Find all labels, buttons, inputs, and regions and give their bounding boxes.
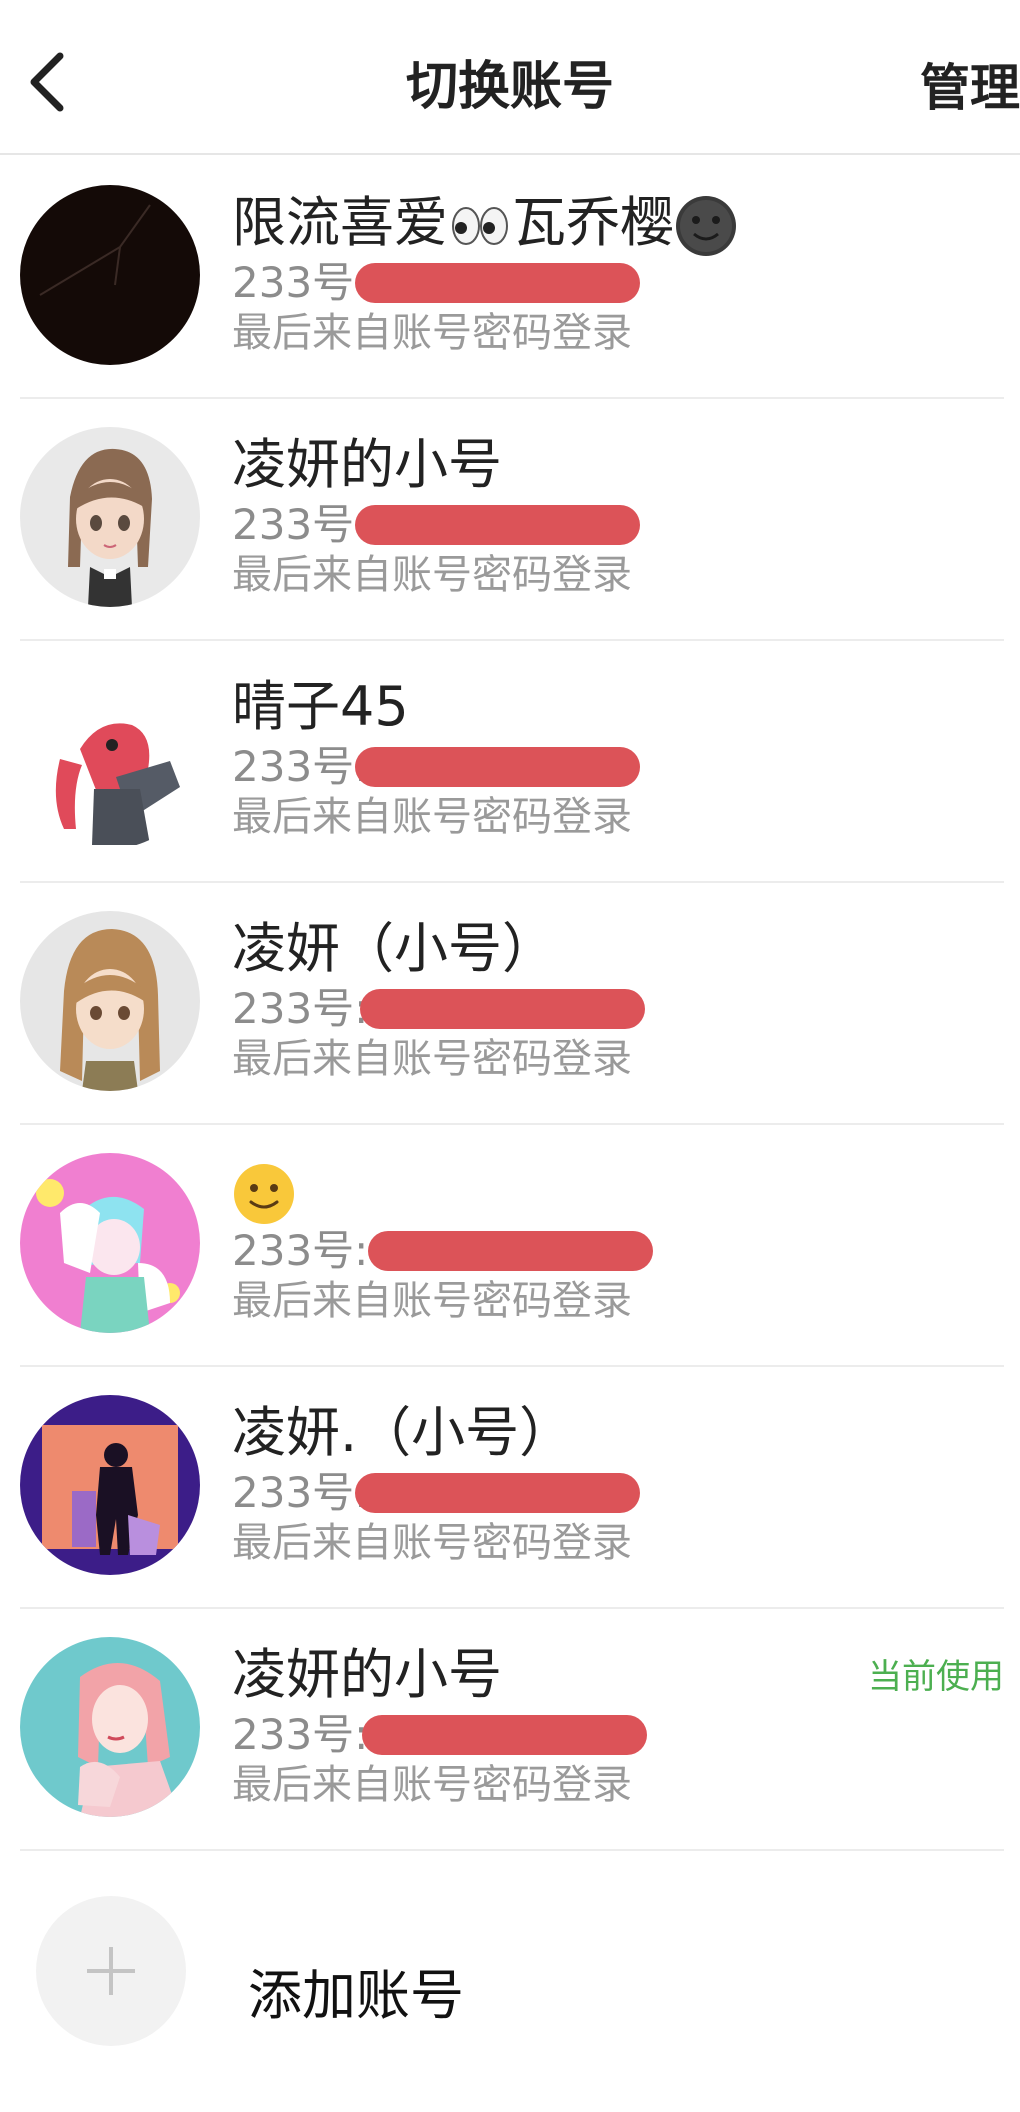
account-row[interactable]: 233号: 最后来自账号密码登录 (0, 1125, 1020, 1367)
avatar (20, 427, 200, 607)
redaction-mark (355, 263, 640, 303)
account-number-label: 233号: (232, 1468, 369, 1517)
redaction-mark (355, 747, 640, 787)
eyes-emoji-icon (452, 207, 508, 246)
login-method-text: 最后来自账号密码登录 (232, 310, 632, 356)
account-name: 凌妍.（小号） (232, 1401, 574, 1464)
account-name-text: 限流喜爱 (232, 191, 448, 254)
avatar (20, 1153, 200, 1333)
account-name: 限流喜爱 瓦乔樱 (232, 191, 738, 258)
slightly-smiling-face-icon (234, 1164, 294, 1225)
redaction-mark (355, 1473, 640, 1513)
login-method-text: 最后来自账号密码登录 (232, 1278, 632, 1324)
account-name: 凌妍的小号 (232, 433, 502, 496)
redaction-mark (368, 1231, 653, 1271)
account-row[interactable]: 晴子45 233号: 最后来自账号密码登录 (0, 641, 1020, 883)
dark-moon-face-icon (676, 196, 736, 257)
redaction-mark (362, 1715, 647, 1755)
login-method-text: 最后来自账号密码登录 (232, 794, 632, 840)
avatar (20, 185, 200, 365)
account-row[interactable]: 凌妍.（小号） 233号: 最后来自账号密码登录 (0, 1367, 1020, 1609)
avatar (20, 669, 200, 849)
add-account-label: 添加账号 (248, 1964, 464, 2027)
add-account-row[interactable]: 添加账号 (0, 1851, 1020, 2051)
account-name (232, 1159, 296, 1226)
account-name: 凌妍（小号） (232, 917, 556, 980)
redaction-mark (355, 505, 640, 545)
account-number-label: 233号: (232, 1226, 369, 1275)
account-list: 限流喜爱 瓦乔樱 233号 最后来自账号密码登录 凌妍的小号 233号 最后来自账… (0, 157, 1020, 1851)
account-name: 凌妍的小号 (232, 1643, 502, 1706)
account-number-label: 233号 (232, 500, 355, 549)
account-row[interactable]: 凌妍（小号） 233号: 最后来自账号密码登录 (0, 883, 1020, 1125)
account-row[interactable]: 限流喜爱 瓦乔樱 233号 最后来自账号密码登录 (0, 157, 1020, 399)
login-method-text: 最后来自账号密码登录 (232, 552, 632, 598)
avatar (20, 1637, 200, 1817)
account-name-suffix: 瓦乔樱 (512, 191, 674, 254)
account-number-label: 233号 (232, 258, 355, 307)
avatar (20, 911, 200, 1091)
login-method-text: 最后来自账号密码登录 (232, 1520, 632, 1566)
page-title: 切换账号 (405, 57, 614, 117)
account-row[interactable]: 凌妍的小号 233号 最后来自账号密码登录 (0, 399, 1020, 641)
avatar (20, 1395, 200, 1575)
top-bar: 切换账号 管理 (0, 0, 1020, 155)
redaction-mark (360, 989, 645, 1029)
login-method-text: 最后来自账号密码登录 (232, 1762, 632, 1808)
account-name: 晴子45 (232, 675, 409, 738)
login-method-text: 最后来自账号密码登录 (232, 1036, 632, 1082)
current-account-badge: 当前使用 (868, 1657, 1004, 1697)
account-number-label: 233号: (232, 742, 369, 791)
manage-button[interactable]: 管理 (920, 48, 1020, 120)
account-number-label: 233号: (232, 1710, 369, 1759)
account-row-current[interactable]: 凌妍的小号 当前使用 233号: 最后来自账号密码登录 (0, 1609, 1020, 1851)
plus-icon[interactable] (36, 1896, 186, 2046)
account-number-label: 233号: (232, 984, 369, 1033)
